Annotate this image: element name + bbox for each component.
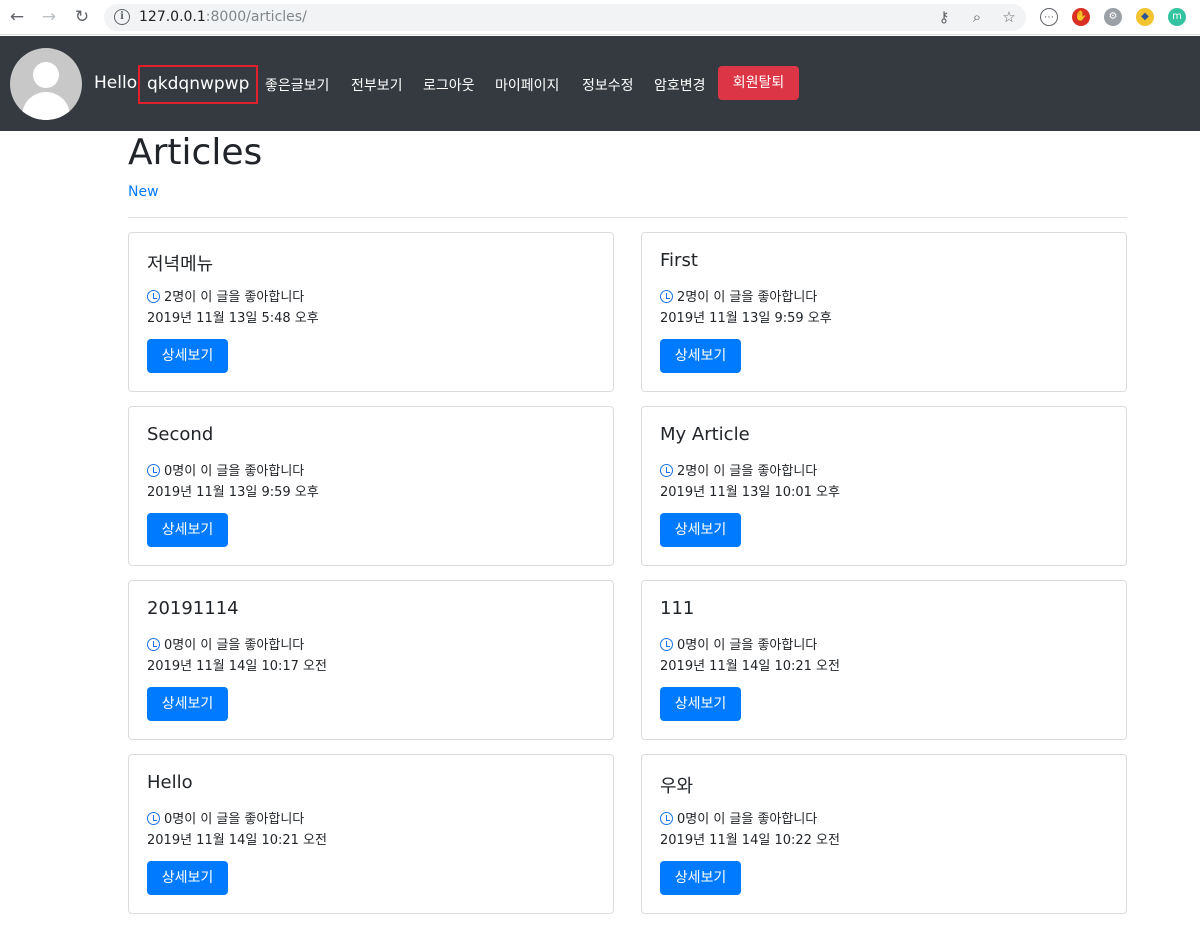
like-clock-icon — [660, 464, 673, 477]
like-count-text: 0명이 이 글을 좋아합니다 — [677, 812, 818, 827]
top-navbar: Hello qkdqnwpwp 좋은글보기 전부보기 로그아웃 마이페이지 정보… — [0, 36, 1200, 131]
detail-button[interactable]: 상세보기 — [660, 339, 741, 373]
article-card: 저녁메뉴 2명이 이 글을 좋아합니다 2019년 11월 13일 5:48 오… — [128, 232, 614, 392]
avatar-head — [33, 62, 59, 88]
like-count: 2명이 이 글을 좋아합니다 — [147, 286, 304, 305]
article-title: First — [660, 250, 698, 271]
divider — [128, 217, 1127, 218]
settings-extension-icon[interactable]: ⚙ — [1104, 8, 1122, 26]
like-clock-icon — [660, 812, 673, 825]
key-icon[interactable]: ⚷ — [934, 8, 954, 26]
reload-icon[interactable]: ↻ — [72, 7, 92, 27]
like-count-text: 0명이 이 글을 좋아합니다 — [164, 638, 305, 653]
like-count-text: 0명이 이 글을 좋아합니다 — [164, 464, 305, 479]
zoom-icon[interactable]: ⌕ — [967, 8, 987, 26]
browser-toolbar: ← → ↻ i 127.0.0.1:8000/articles/ ⚷ ⌕ ☆ ⋯… — [0, 0, 1200, 35]
article-title: Second — [147, 424, 214, 445]
username-label: qkdqnwpwp — [138, 65, 259, 104]
article-title: 저녁메뉴 — [147, 254, 214, 275]
article-title: 우와 — [660, 776, 694, 797]
like-count: 0명이 이 글을 좋아합니다 — [147, 808, 304, 827]
article-card: My Article 2명이 이 글을 좋아합니다 2019년 11월 13일 … — [641, 406, 1127, 566]
article-card: 우와 0명이 이 글을 좋아합니다 2019년 11월 14일 10:22 오전… — [641, 754, 1127, 914]
detail-button[interactable]: 상세보기 — [660, 513, 741, 547]
python-extension-icon[interactable]: ◆ — [1136, 8, 1154, 26]
url-text[interactable]: 127.0.0.1:8000/articles/ — [139, 9, 307, 25]
nav-link-logout[interactable]: 로그아웃 — [423, 75, 475, 95]
like-clock-icon — [660, 638, 673, 651]
article-date: 2019년 11월 13일 10:01 오후 — [660, 485, 840, 500]
url-path: :8000/articles/ — [205, 9, 307, 25]
bookmark-star-icon[interactable]: ☆ — [999, 8, 1019, 26]
article-date: 2019년 11월 14일 10:21 오전 — [147, 833, 327, 848]
like-clock-icon — [147, 290, 160, 303]
nav-link-edit-profile[interactable]: 정보수정 — [582, 75, 634, 95]
article-date: 2019년 11월 13일 9:59 오후 — [147, 485, 319, 500]
like-clock-icon — [147, 464, 160, 477]
like-count: 0명이 이 글을 좋아합니다 — [147, 460, 304, 479]
like-count: 2명이 이 글을 좋아합니다 — [660, 460, 817, 479]
nav-link-change-password[interactable]: 암호변경 — [654, 75, 706, 95]
delete-account-button[interactable]: 회원탈퇴 — [718, 66, 799, 100]
nav-link-mypage[interactable]: 마이페이지 — [495, 75, 559, 95]
detail-button[interactable]: 상세보기 — [147, 513, 228, 547]
page-title: Articles — [128, 132, 263, 173]
like-count-text: 2명이 이 글을 좋아합니다 — [677, 464, 818, 479]
new-article-link[interactable]: New — [128, 184, 159, 200]
like-count: 2명이 이 글을 좋아합니다 — [660, 286, 817, 305]
article-card: Second 0명이 이 글을 좋아합니다 2019년 11월 13일 9:59… — [128, 406, 614, 566]
detail-button[interactable]: 상세보기 — [147, 687, 228, 721]
m-extension-icon[interactable]: m — [1168, 8, 1186, 26]
article-date: 2019년 11월 13일 5:48 오후 — [147, 311, 319, 326]
forward-arrow-icon[interactable]: → — [39, 7, 59, 27]
extension-icon[interactable]: ⋯ — [1040, 8, 1058, 26]
like-count: 0명이 이 글을 좋아합니다 — [660, 808, 817, 827]
avatar[interactable] — [10, 48, 82, 120]
like-count: 0명이 이 글을 좋아합니다 — [147, 634, 304, 653]
article-card: Hello 0명이 이 글을 좋아합니다 2019년 11월 14일 10:21… — [128, 754, 614, 914]
article-date: 2019년 11월 13일 9:59 오후 — [660, 311, 832, 326]
like-count-text: 2명이 이 글을 좋아합니다 — [164, 290, 305, 305]
like-clock-icon — [147, 812, 160, 825]
article-date: 2019년 11월 14일 10:17 오전 — [147, 659, 327, 674]
like-count-text: 0명이 이 글을 좋아합니다 — [677, 638, 818, 653]
site-info-icon[interactable]: i — [114, 9, 130, 25]
article-title: 20191114 — [147, 598, 239, 619]
url-host: 127.0.0.1 — [139, 9, 206, 25]
nav-link-liked[interactable]: 좋은글보기 — [265, 75, 329, 95]
article-card: 111 0명이 이 글을 좋아합니다 2019년 11월 14일 10:21 오… — [641, 580, 1127, 740]
article-title: My Article — [660, 424, 750, 445]
nav-link-all[interactable]: 전부보기 — [351, 75, 403, 95]
greeting-text: Hello — [94, 73, 138, 93]
article-title: Hello — [147, 772, 193, 793]
like-count: 0명이 이 글을 좋아합니다 — [660, 634, 817, 653]
avatar-body — [22, 92, 70, 120]
detail-button[interactable]: 상세보기 — [147, 339, 228, 373]
back-arrow-icon[interactable]: ← — [7, 7, 27, 27]
detail-button[interactable]: 상세보기 — [660, 861, 741, 895]
article-date: 2019년 11월 14일 10:22 오전 — [660, 833, 840, 848]
like-clock-icon — [147, 638, 160, 651]
address-bar[interactable]: i 127.0.0.1:8000/articles/ ⚷ ⌕ ☆ — [104, 4, 1026, 31]
article-title: 111 — [660, 598, 695, 619]
detail-button[interactable]: 상세보기 — [660, 687, 741, 721]
like-clock-icon — [660, 290, 673, 303]
article-card: First 2명이 이 글을 좋아합니다 2019년 11월 13일 9:59 … — [641, 232, 1127, 392]
article-card: 20191114 0명이 이 글을 좋아합니다 2019년 11월 14일 10… — [128, 580, 614, 740]
adblock-icon[interactable]: ✋ — [1072, 8, 1090, 26]
like-count-text: 2명이 이 글을 좋아합니다 — [677, 290, 818, 305]
article-date: 2019년 11월 14일 10:21 오전 — [660, 659, 840, 674]
detail-button[interactable]: 상세보기 — [147, 861, 228, 895]
like-count-text: 0명이 이 글을 좋아합니다 — [164, 812, 305, 827]
